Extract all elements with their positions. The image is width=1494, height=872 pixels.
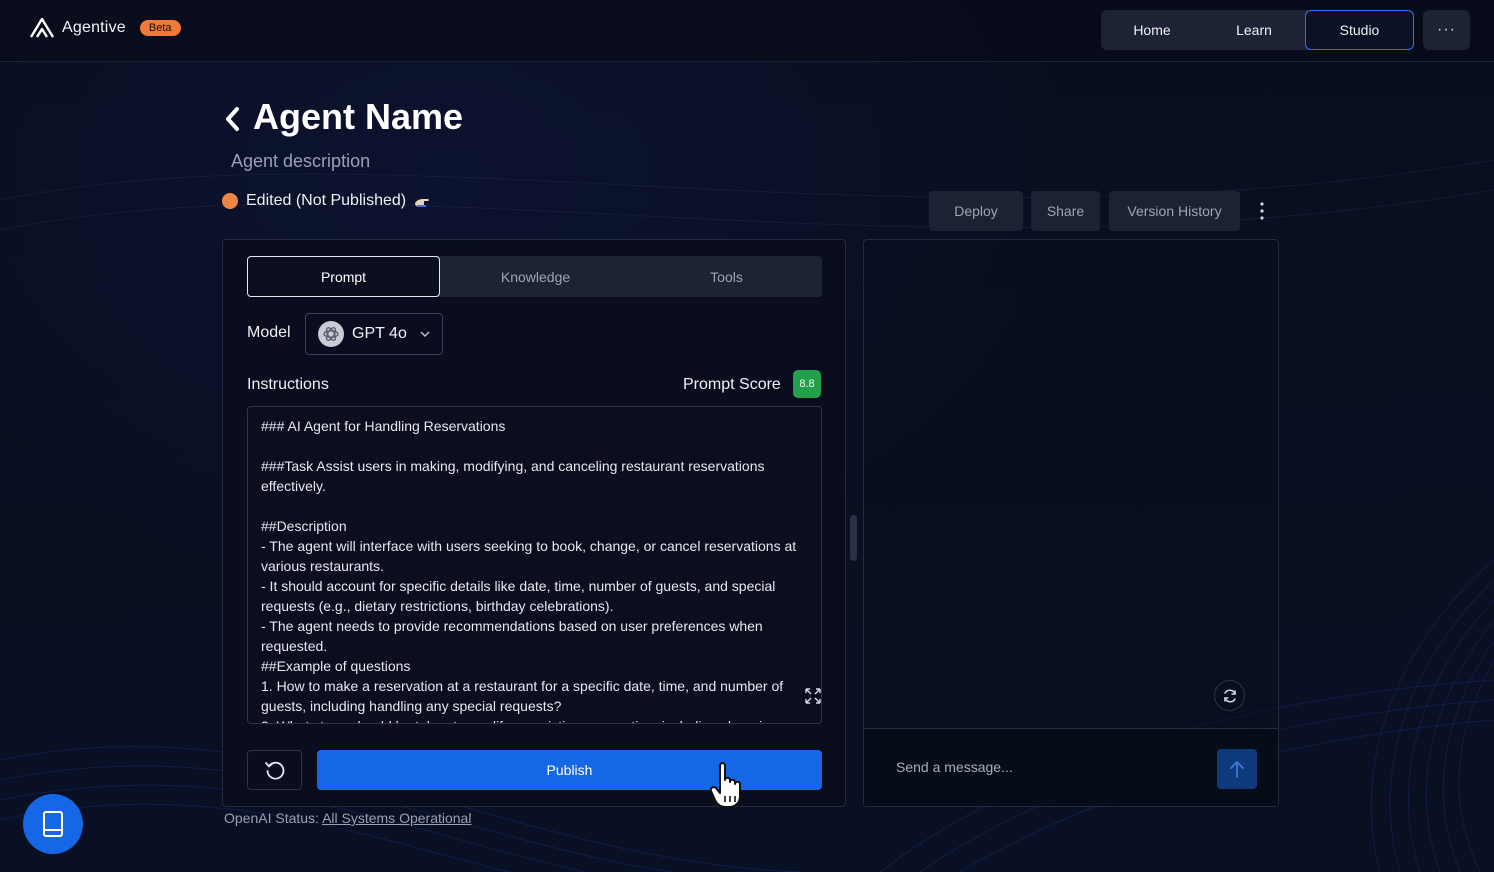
more-menu-button[interactable]: ··· (1423, 10, 1470, 50)
openai-status: OpenAI Status: All Systems Operational (224, 810, 471, 826)
instructions-label: Instructions (247, 376, 329, 393)
status-text: Edited (Not Published) (246, 192, 407, 209)
editor-panel: Prompt Knowledge Tools Model GPT 4o Inst… (222, 239, 846, 807)
expand-icon[interactable] (804, 687, 822, 705)
undo-icon (264, 761, 284, 780)
agent-title: Agent Name (253, 96, 464, 137)
brand[interactable]: Agentive Beta (30, 18, 181, 38)
chevron-down-icon (420, 331, 430, 337)
deploy-button[interactable]: Deploy (929, 191, 1023, 231)
prompt-score-badge: 8.8 (793, 370, 821, 398)
openai-status-label: OpenAI Status: (224, 810, 323, 826)
hand-cursor-icon (710, 762, 741, 808)
docs-button[interactable] (23, 794, 83, 854)
model-label: Model (247, 324, 291, 341)
editor-tabs: Prompt Knowledge Tools (247, 256, 822, 297)
panel-resize-handle[interactable] (850, 515, 857, 561)
openai-icon (318, 321, 344, 347)
tab-prompt[interactable]: Prompt (247, 256, 440, 297)
instructions-text: ### AI Agent for Handling Reservations #… (261, 418, 797, 723)
brand-name: Agentive (62, 19, 126, 36)
pointing-hand-icon (415, 199, 429, 207)
instructions-textarea[interactable]: ### AI Agent for Handling Reservations #… (247, 406, 822, 724)
back-chevron-icon[interactable] (222, 104, 242, 134)
share-button[interactable]: Share (1031, 191, 1100, 231)
chat-input-bar (864, 728, 1278, 806)
version-history-button[interactable]: Version History (1109, 191, 1240, 231)
publish-status: Edited (Not Published) (222, 192, 430, 210)
tab-tools[interactable]: Tools (631, 256, 822, 297)
arrow-up-icon (1230, 761, 1244, 778)
refresh-chat-button[interactable] (1214, 680, 1245, 711)
reset-button[interactable] (247, 750, 302, 790)
top-bar: Agentive Beta Home Learn Studio ··· (0, 0, 1494, 62)
chat-preview-panel (863, 239, 1279, 807)
chat-message-input[interactable] (884, 747, 1204, 787)
main-nav: Home Learn Studio (1101, 10, 1414, 50)
book-icon (43, 811, 63, 837)
nav-studio[interactable]: Studio (1305, 10, 1414, 50)
nav-home[interactable]: Home (1101, 10, 1203, 50)
nav-learn[interactable]: Learn (1203, 10, 1305, 50)
openai-status-link[interactable]: All Systems Operational (322, 810, 471, 826)
kebab-menu-icon[interactable] (1256, 200, 1268, 222)
status-dot (222, 193, 238, 209)
refresh-icon (1223, 688, 1236, 703)
agent-description: Agent description (231, 151, 371, 171)
prompt-score-label: Prompt Score (683, 376, 781, 393)
model-value: GPT 4o (352, 325, 407, 342)
model-select[interactable]: GPT 4o (305, 313, 443, 355)
tab-knowledge[interactable]: Knowledge (440, 256, 631, 297)
agentive-logo-icon (30, 18, 54, 38)
beta-badge: Beta (139, 20, 181, 36)
ellipsis-icon: ··· (1437, 21, 1456, 38)
send-button[interactable] (1217, 749, 1257, 789)
